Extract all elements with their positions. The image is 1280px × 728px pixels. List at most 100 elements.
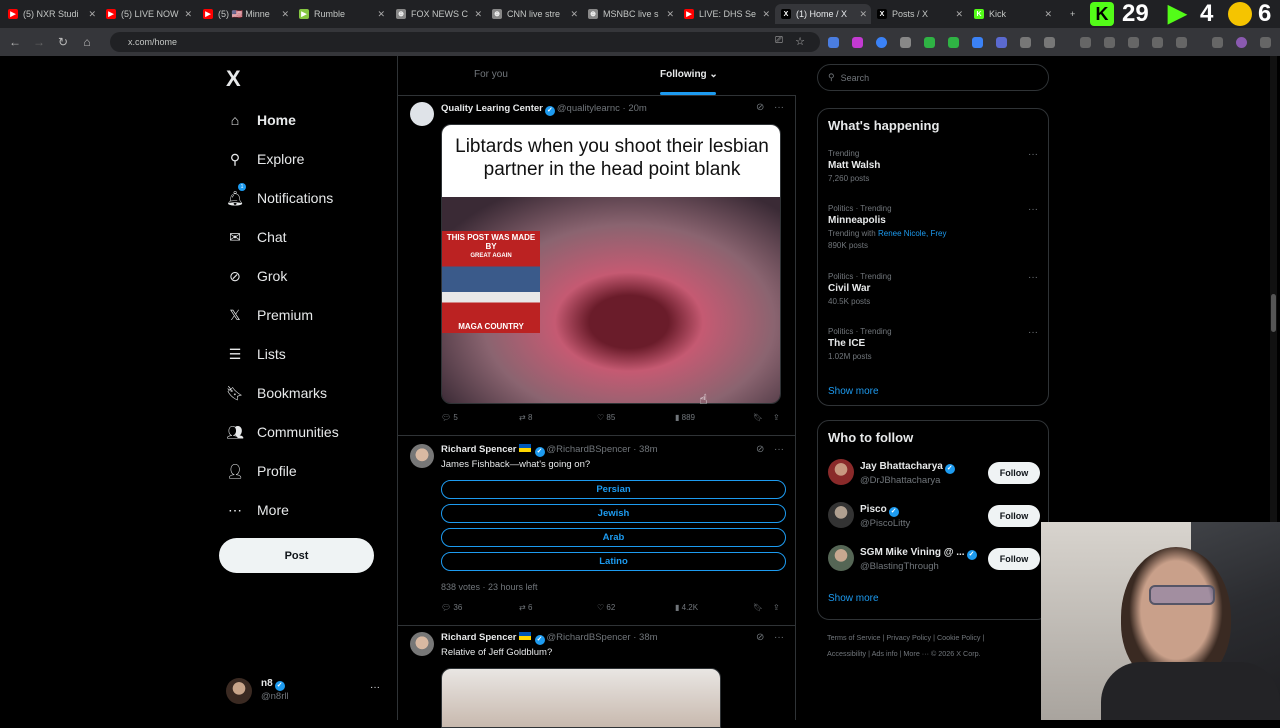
extension-icon[interactable] xyxy=(972,37,983,48)
close-icon[interactable]: ✕ xyxy=(570,9,578,20)
post[interactable]: Richard Spencer ✓ @RichardBSpencer · 38m ⊘… xyxy=(398,626,796,728)
avatar[interactable] xyxy=(410,102,434,126)
browser-tab[interactable]: ⊕ FOX NEWS C ✕ xyxy=(390,4,486,24)
sidebar-item-grok[interactable]: ⊘ Grok xyxy=(226,264,287,288)
repost-button[interactable]: ⇄ 6 xyxy=(519,603,532,612)
close-icon[interactable]: ✕ xyxy=(474,9,482,20)
post-media[interactable] xyxy=(441,668,721,728)
views-button[interactable]: ▮ 4.2K xyxy=(675,603,698,612)
extension-icon[interactable] xyxy=(1020,37,1031,48)
sidebar-item-more[interactable]: ⋯ More xyxy=(226,498,289,522)
trend-item[interactable]: Politics · Trending Minneapolis Trending… xyxy=(828,204,1038,250)
poll-option[interactable]: Persian xyxy=(441,480,786,499)
sidebar-item-profile[interactable]: 👤︎ Profile xyxy=(226,459,297,483)
show-more-link[interactable]: Show more xyxy=(828,593,879,604)
browser-tab[interactable]: ▶ (5) NXR Studi ✕ xyxy=(2,4,100,24)
close-icon[interactable]: ✕ xyxy=(88,9,96,20)
browser-tab[interactable]: K Kick ✕ xyxy=(968,4,1056,24)
back-icon[interactable]: ← xyxy=(8,35,22,49)
extension-icon[interactable] xyxy=(876,37,887,48)
reply-button[interactable]: 💬︎ 36 xyxy=(441,603,462,612)
close-icon[interactable]: ✕ xyxy=(762,9,770,20)
browser-tab[interactable]: ▶ (5) LIVE NOW ✕ xyxy=(100,4,196,24)
extension-icon[interactable] xyxy=(1176,37,1187,48)
post-media[interactable]: Libtards when you shoot their lesbian pa… xyxy=(441,124,781,404)
trend-item[interactable]: Politics · Trending Civil War 40.5K post… xyxy=(828,272,1038,306)
more-icon[interactable]: ··· xyxy=(1028,327,1038,338)
devtools-icon[interactable] xyxy=(1128,37,1139,48)
url-field[interactable]: x.com/home xyxy=(110,32,820,52)
post-author[interactable]: Richard Spencer ✓ @RichardBSpencer · 38m xyxy=(441,444,658,457)
sidebar-item-premium[interactable]: 𝕏 Premium xyxy=(226,303,313,327)
follow-suggestion[interactable]: SGM Mike Vining @ ... ✓ @BlastingThrough … xyxy=(828,545,1040,575)
extension-icon[interactable] xyxy=(1104,37,1115,48)
more-icon[interactable]: ··· xyxy=(1028,204,1038,215)
share-icon[interactable]: ⇪ xyxy=(773,603,780,612)
scrollbar-thumb[interactable] xyxy=(1271,294,1276,332)
follow-button[interactable]: Follow xyxy=(988,505,1040,527)
follow-button[interactable]: Follow xyxy=(988,548,1040,570)
bookmark-icon[interactable]: 🔖︎ xyxy=(753,603,763,612)
close-icon[interactable]: ✕ xyxy=(859,9,867,20)
tab-for-you[interactable]: For you xyxy=(474,69,508,80)
tab-following[interactable]: Following ⌄ xyxy=(660,69,718,80)
extension-icon[interactable] xyxy=(852,37,863,48)
cast-icon[interactable]: ⎚ xyxy=(772,35,786,46)
like-button[interactable]: ♡ 62 xyxy=(597,603,615,612)
like-button[interactable]: ♡ 85 xyxy=(597,413,615,422)
poll-option[interactable]: Jewish xyxy=(441,504,786,523)
menu-icon[interactable] xyxy=(1212,37,1223,48)
browser-tab[interactable]: ▶ LIVE: DHS Se ✕ xyxy=(678,4,774,24)
close-icon[interactable]: ✕ xyxy=(377,9,385,20)
grok-icon[interactable]: ⊘ xyxy=(756,102,764,113)
more-icon[interactable]: ··· xyxy=(774,102,784,113)
browser-tab[interactable]: ⊕ CNN live stre ✕ xyxy=(486,4,582,24)
chrome-menu-icon[interactable] xyxy=(1260,37,1271,48)
sidebar-item-chat[interactable]: ✉ Chat xyxy=(226,225,286,249)
bookmark-star-icon[interactable]: ☆ xyxy=(793,35,807,48)
trend-item[interactable]: Trending Matt Walsh 7,260 posts ··· xyxy=(828,149,1038,183)
post[interactable]: Richard Spencer ✓ @RichardBSpencer · 38m ⊘… xyxy=(398,436,796,626)
close-icon[interactable]: ✕ xyxy=(666,9,674,20)
sidebar-icon[interactable] xyxy=(1152,37,1163,48)
close-icon[interactable]: ✕ xyxy=(184,9,192,20)
post-author[interactable]: Quality Learing Center ✓ @qualitylearnc · … xyxy=(441,103,647,116)
account-menu-icon[interactable]: ··· xyxy=(370,682,380,693)
share-icon[interactable]: ⇪ xyxy=(773,413,780,422)
poll-option[interactable]: Latino xyxy=(441,552,786,571)
forward-icon[interactable]: → xyxy=(32,35,46,49)
home-browser-icon[interactable]: ⌂ xyxy=(80,35,94,49)
browser-tab[interactable]: ▶ (5) 🇺🇸 Minne ✕ xyxy=(197,4,293,24)
sidebar-item-communities[interactable]: 👥︎ Communities xyxy=(226,420,339,444)
browser-tab[interactable]: X Posts / X ✕ xyxy=(871,4,967,24)
post[interactable]: Quality Learing Center ✓ @qualitylearnc · … xyxy=(398,96,796,436)
more-icon[interactable]: ··· xyxy=(774,444,784,455)
profile-avatar-icon[interactable] xyxy=(1236,37,1247,48)
grok-icon[interactable]: ⊘ xyxy=(756,632,764,643)
close-icon[interactable]: ✕ xyxy=(1044,9,1052,20)
close-icon[interactable]: ✕ xyxy=(955,9,963,20)
search-input[interactable]: ⚲ Search xyxy=(817,64,1049,91)
avatar[interactable] xyxy=(410,444,434,468)
extension-icon[interactable] xyxy=(996,37,1007,48)
browser-tab[interactable]: ⊕ MSNBC live s ✕ xyxy=(582,4,678,24)
bookmark-icon[interactable]: 🔖︎ xyxy=(753,413,763,422)
sidebar-item-bookmarks[interactable]: 🔖︎ Bookmarks xyxy=(226,381,327,405)
views-button[interactable]: ▮ 889 xyxy=(675,413,695,422)
sidebar-item-lists[interactable]: ☰ Lists xyxy=(226,342,286,366)
follow-suggestion[interactable]: Pisco ✓ @PiscoLitty Follow xyxy=(828,502,1040,532)
extension-icon[interactable] xyxy=(1080,37,1091,48)
reply-button[interactable]: 💬︎ 5 xyxy=(441,413,458,422)
repost-button[interactable]: ⇄ 8 xyxy=(519,413,532,422)
more-icon[interactable]: ··· xyxy=(774,632,784,643)
sidebar-item-explore[interactable]: ⚲ Explore xyxy=(226,147,305,171)
poll-option[interactable]: Arab xyxy=(441,528,786,547)
browser-tab[interactable]: X (1) Home / X ✕ xyxy=(775,4,871,24)
extension-icon[interactable] xyxy=(828,37,839,48)
x-logo[interactable]: X xyxy=(226,66,241,92)
trend-item[interactable]: Politics · Trending The ICE 1.02M posts … xyxy=(828,327,1038,361)
browser-tab[interactable]: ▶ Rumble ✕ xyxy=(293,4,389,24)
post-author[interactable]: Richard Spencer ✓ @RichardBSpencer · 38m xyxy=(441,632,658,645)
extension-icon[interactable] xyxy=(900,37,911,48)
close-icon[interactable]: ✕ xyxy=(281,9,289,20)
